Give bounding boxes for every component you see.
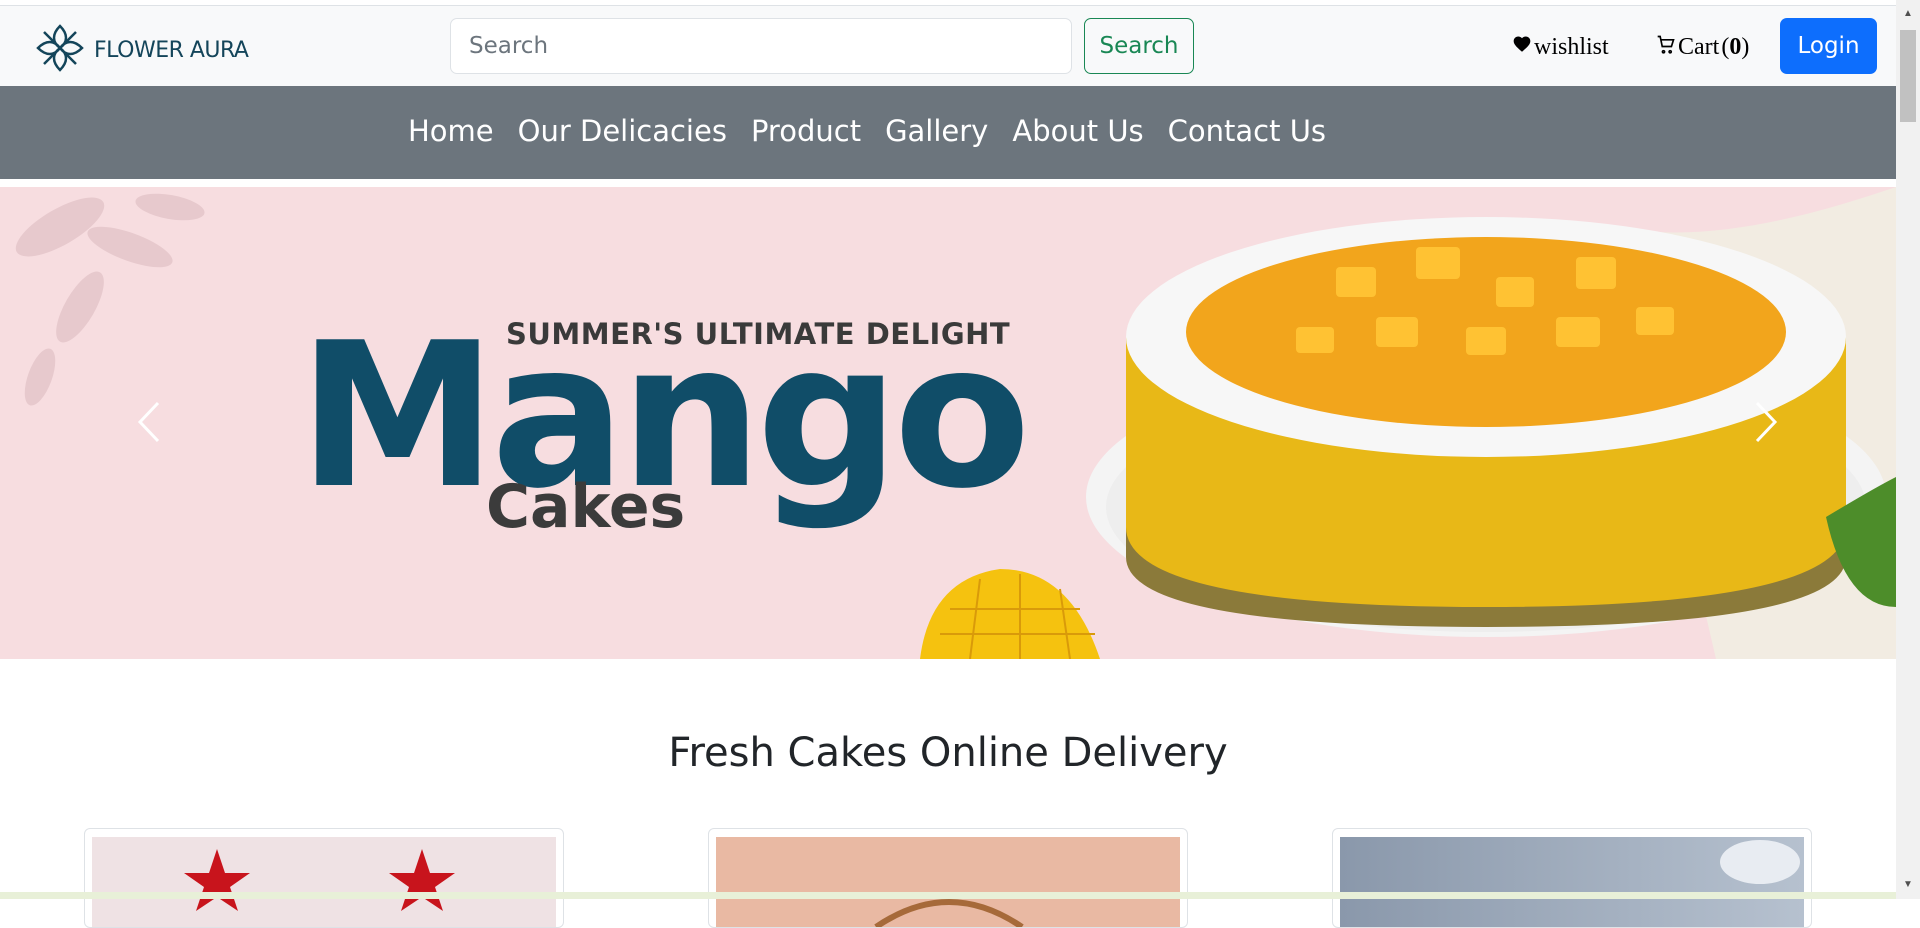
heart-icon <box>1512 34 1532 61</box>
nav-about-us[interactable]: About Us <box>1012 114 1143 148</box>
main-nav: Home Our Delicacies Product Gallery Abou… <box>0 86 1896 179</box>
logo-text: FLOWER AURA <box>94 38 249 63</box>
cart-icon <box>1656 34 1676 61</box>
carousel-prev-button[interactable] <box>130 397 170 447</box>
wishlist-label: wishlist <box>1534 34 1609 60</box>
cart-label: Cart <box>1678 34 1720 60</box>
product-card[interactable] <box>708 828 1188 928</box>
nav-home[interactable]: Home <box>408 114 494 148</box>
nav-our-delicacies[interactable]: Our Delicacies <box>518 114 727 148</box>
product-image <box>92 837 556 927</box>
search-input[interactable] <box>450 18 1072 74</box>
scroll-up-arrow-icon[interactable]: ▲ <box>1902 8 1914 20</box>
product-image <box>1340 837 1804 927</box>
banner-title-secondary: Cakes <box>486 472 686 542</box>
bottom-strip <box>0 892 1896 899</box>
product-image <box>716 837 1180 927</box>
cart-link[interactable]: Cart (0) <box>1656 34 1749 61</box>
mango-slice-image <box>920 569 1100 659</box>
cart-count: 0 <box>1729 34 1742 60</box>
product-card[interactable] <box>84 828 564 928</box>
scroll-down-arrow-icon[interactable]: ▼ <box>1902 879 1914 891</box>
leaf-shadow-decoration <box>15 193 205 406</box>
chevron-left-icon <box>137 401 160 443</box>
scrollbar-thumb[interactable] <box>1900 30 1916 122</box>
flower-logo-icon <box>32 20 88 81</box>
wishlist-link[interactable]: wishlist <box>1512 34 1609 61</box>
nav-contact-us[interactable]: Contact Us <box>1168 114 1326 148</box>
site-header: FLOWER AURA Search wishlist Cart (0) Log… <box>0 6 1896 86</box>
vertical-scrollbar[interactable]: ▲ ▼ <box>1896 0 1920 899</box>
nav-gallery[interactable]: Gallery <box>885 114 988 148</box>
carousel-next-button[interactable] <box>1745 397 1785 447</box>
brand-logo[interactable]: FLOWER AURA <box>32 20 249 81</box>
login-button[interactable]: Login <box>1780 18 1877 74</box>
product-card[interactable] <box>1332 828 1812 928</box>
nav-product[interactable]: Product <box>751 114 861 148</box>
section-title: Fresh Cakes Online Delivery <box>668 730 1228 776</box>
chevron-right-icon <box>1755 401 1778 443</box>
search-button[interactable]: Search <box>1084 18 1194 74</box>
hero-carousel: SUMMER'S ULTIMATE DELIGHT Mango Cakes <box>0 187 1896 659</box>
